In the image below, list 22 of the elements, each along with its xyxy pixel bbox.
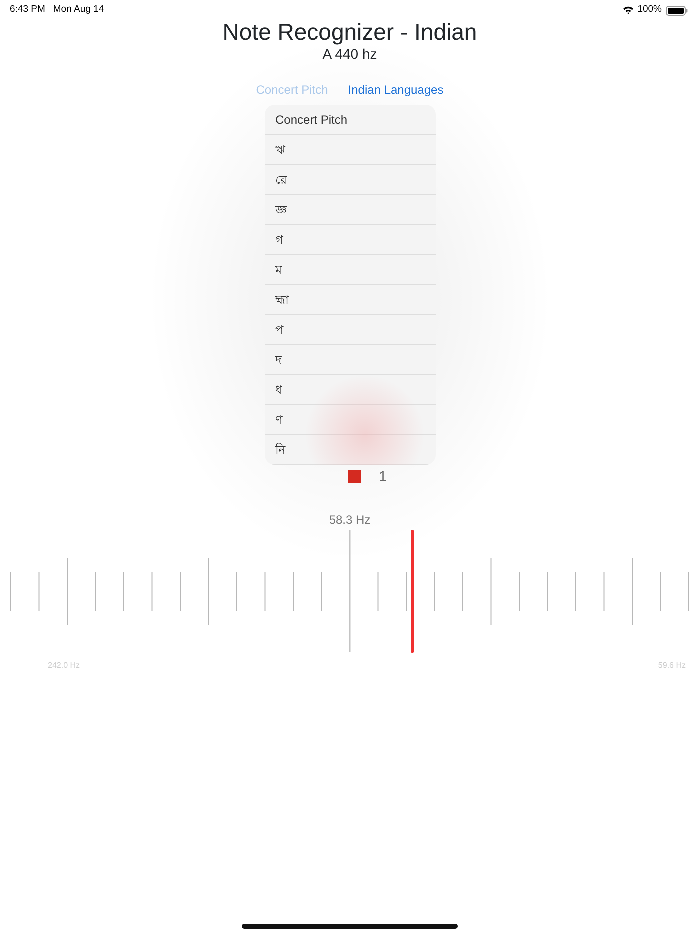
menu-item[interactable]: Concert Pitch <box>264 105 436 135</box>
frequency-reading: 58.3 Hz <box>328 512 372 529</box>
menu-item[interactable]: গ <box>264 225 436 255</box>
menu-item[interactable]: ণ <box>264 405 436 435</box>
status-time: 6:43 PM <box>10 3 46 18</box>
menu-item[interactable]: হ্মা <box>264 285 436 315</box>
menu-item[interactable]: নি <box>264 435 436 465</box>
octave-number: 1 <box>379 467 387 486</box>
menu-item[interactable]: রে <box>264 165 436 195</box>
battery-icon <box>666 6 688 16</box>
menu-item[interactable]: দ <box>264 345 436 375</box>
app-title: Note Recognizer - Indian <box>222 18 478 46</box>
menu-item[interactable]: ম <box>264 255 436 285</box>
segment-tab[interactable]: Indian Languages <box>342 81 450 99</box>
menu-item[interactable]: ঋ <box>264 135 436 165</box>
status-date: Mon Aug 14 <box>53 3 104 18</box>
menu-item[interactable]: প <box>264 315 436 345</box>
menu-item[interactable]: জ্ঞ <box>264 195 436 225</box>
menu-item[interactable]: ধ <box>264 375 436 405</box>
pitch-subtitle: A 440 hz <box>322 46 378 62</box>
battery-percent: 100% <box>638 3 662 18</box>
wifi-icon <box>622 6 634 15</box>
